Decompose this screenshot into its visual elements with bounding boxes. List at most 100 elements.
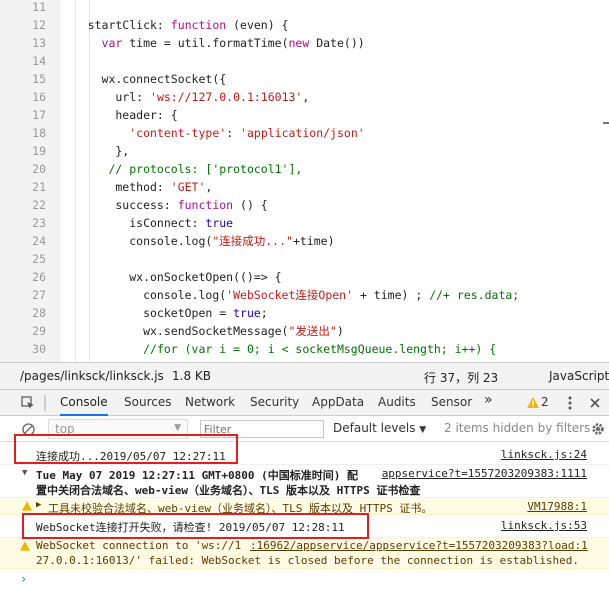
close-icon[interactable] [588,396,602,410]
chevron-down-icon: ▼ [174,423,181,433]
line-number: 25 [32,252,46,266]
code-line[interactable]: 28 socketOpen = true; [0,304,609,322]
cursor-position: 行 37，列 23 [424,371,499,385]
code-token: method: [60,180,171,194]
tab-security[interactable]: Security [250,395,299,409]
code-token: //for (var i = 0; i < socketMsgQueue.len… [143,342,497,356]
code-text: method: 'GET', [60,178,212,196]
console-prompt[interactable]: › [0,571,609,587]
code-line[interactable]: 30 //for (var i = 0; i < socketMsgQueue.… [0,340,609,358]
warning-icon [20,541,30,554]
code-text: wx.connectSocket({ [60,70,227,88]
message-text: Tue May 07 2019 12:27:11 GMT+0800 (中国标准时… [36,469,359,482]
context-selector[interactable]: top ▼ [48,419,188,439]
warning-count[interactable]: 2 [541,395,549,409]
tab-appdata[interactable]: AppData [312,395,364,409]
code-text: console.log('WebSocket连接Open' + time) ; … [60,286,519,304]
code-token: () { [233,198,268,212]
console-output[interactable]: 连接成功...2019/05/07 12:27:11 linksck.js:24… [0,434,609,593]
code-token: console.log( [60,288,227,302]
code-text: wx.sendSocketMessage("发送出") [60,322,344,340]
code-text: url: 'ws://127.0.0.1:16013', [60,88,309,106]
source-link[interactable]: linksck.js:53 [501,519,587,532]
code-token: wx.connectSocket({ [60,72,227,86]
code-token: function [177,198,234,212]
kebab-menu-icon[interactable] [566,395,574,411]
code-line[interactable]: 19 }, [0,142,609,160]
line-number: 13 [32,36,46,50]
code-text: wx.onSocketOpen(()=> { [60,268,281,286]
line-number: 23 [32,216,46,230]
log-levels-dropdown[interactable]: Default levels ▼ [333,421,426,435]
expand-triangle-icon[interactable]: ▶ [36,500,41,510]
code-text: socketOpen = true; [60,304,268,322]
code-line[interactable]: 17 header: { [0,106,609,124]
code-line[interactable]: 27 console.log('WebSocket连接Open' + time)… [0,286,609,304]
clear-console-icon[interactable] [20,421,36,437]
code-line[interactable]: 29 wx.sendSocketMessage("发送出") [0,322,609,340]
code-line[interactable]: 22 success: function () { [0,196,609,214]
message-text: WebSocket connection to 'ws://1 [36,539,242,552]
code-line[interactable]: 13 var time = util.formatTime(new Date()… [0,34,609,52]
tab-sensor[interactable]: Sensor [431,395,472,409]
message-text: 置中关闭合法域名、web-view（业务域名）、TLS 版本以及 HTTPS 证… [36,484,421,497]
line-number: 18 [32,126,46,140]
code-line[interactable]: 20 // protocols: ['protocol1'], [0,160,609,178]
code-line[interactable]: 21 method: 'GET', [0,178,609,196]
tab-audits[interactable]: Audits [378,395,416,409]
code-token: success: [60,198,178,212]
code-token: wx.sendSocketMessage( [60,324,289,338]
divider [44,395,46,411]
console-warning: ▶ 工具未校验合法域名、web-view（业务域名）、TLS 版本以及 HTTP… [0,497,609,515]
code-line[interactable]: 26 wx.onSocketOpen(()=> { [0,268,609,286]
file-path: /pages/linksck/linksck.js [20,369,164,383]
line-number: 26 [32,270,46,284]
source-link[interactable]: linksck.js:24 [501,448,587,461]
tab-console[interactable]: Console [60,395,108,416]
tab-sources[interactable]: Sources [124,395,171,409]
expand-triangle-icon[interactable]: ▼ [22,468,27,478]
code-line[interactable]: 11 [0,0,609,16]
code-token: true [233,306,261,320]
code-line[interactable]: 24 console.log("连接成功..."+time) [0,232,609,250]
code-line[interactable]: 23 isConnect: true [0,214,609,232]
warning-icon [22,501,32,514]
inspect-element-icon[interactable] [20,395,36,411]
code-line[interactable]: 14 [0,52,609,70]
source-link[interactable]: VM17988:1 [527,500,587,513]
message-text: 连接成功...2019/05/07 12:27:11 [36,450,226,463]
code-token: ) [336,324,344,338]
line-number: 28 [32,306,46,320]
code-line[interactable]: 15 wx.connectSocket({ [0,70,609,88]
tab-network[interactable]: Network [185,395,235,409]
code-token: 'application/json' [240,126,365,140]
more-tabs-button[interactable]: » [484,392,493,408]
code-token: "连接成功..." [212,234,293,248]
code-token: 'GET' [170,180,206,194]
warning-icon[interactable] [527,395,539,409]
hidden-items-count: 2 items hidden by filters [444,421,591,435]
gear-icon[interactable] [590,421,606,437]
code-line[interactable]: 18 'content-type': 'application/json' [0,124,609,142]
console-message-group[interactable]: ▼ Tue May 07 2019 12:27:11 GMT+0800 (中国标… [0,466,609,497]
code-token: + time) ; [353,288,430,302]
code-token: console.log( [60,234,213,248]
filter-input[interactable] [200,420,324,438]
code-line[interactable]: 12 startClick: function (even) { [0,16,609,34]
source-link[interactable]: :16962/appservice/appservice?t=155720320… [250,539,588,552]
language-mode[interactable]: JavaScript [549,369,609,383]
code-token: , [302,90,310,104]
line-number: 17 [32,108,46,122]
code-editor[interactable]: 11 12 startClick: function (even) {13 var… [0,0,609,362]
code-text: header: { [60,106,177,124]
editor-scrollbar[interactable] [603,122,609,124]
code-token: //+ res.data; [429,288,520,302]
code-token: new [288,36,310,50]
code-line[interactable]: 25 [0,250,609,268]
code-token: true [205,216,234,230]
code-line[interactable]: 16 url: 'ws://127.0.0.1:16013', [0,88,609,106]
message-text: WebSocket连接打开失败，请检查! 2019/05/07 12:28:11 [36,521,345,534]
source-link[interactable]: appservice?t=1557203209383:1111 [382,467,587,480]
